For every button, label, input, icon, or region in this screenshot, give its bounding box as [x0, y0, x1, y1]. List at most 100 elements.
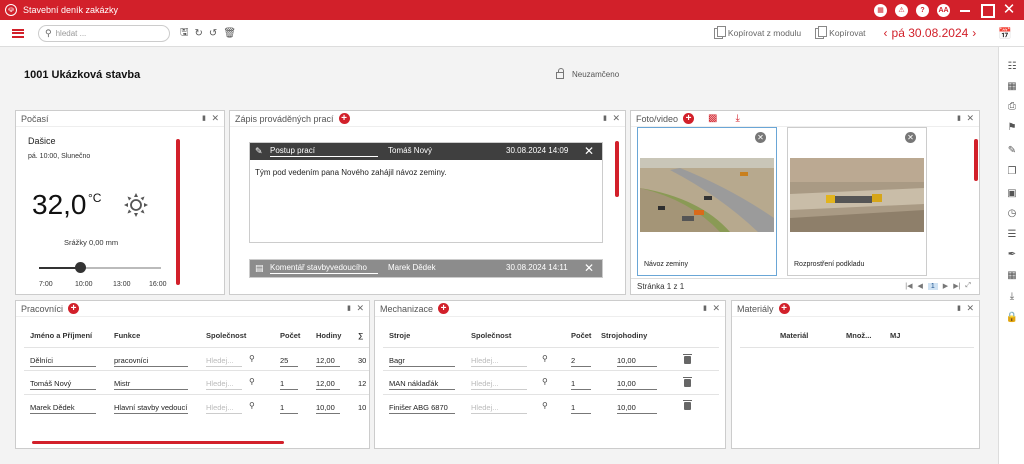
- map-icon[interactable]: ▩: [708, 113, 717, 124]
- worker-role-field[interactable]: Mistr: [114, 379, 188, 390]
- search-input[interactable]: ⚲ hledat ...: [38, 24, 170, 42]
- add-machine-button[interactable]: +: [438, 303, 450, 314]
- hamburger-menu-icon[interactable]: [12, 28, 24, 38]
- company-field[interactable]: Hledej...: [206, 403, 242, 414]
- user-avatar[interactable]: AA: [937, 3, 950, 17]
- hours-field[interactable]: 12,00: [316, 356, 340, 367]
- close-icon[interactable]: ✕: [356, 303, 364, 314]
- download-icon[interactable]: ⤓: [735, 113, 739, 124]
- copy-icon[interactable]: ❐: [1005, 165, 1019, 179]
- add-entry-button[interactable]: +: [338, 113, 350, 124]
- pen-sign-icon[interactable]: ✒: [1005, 248, 1019, 262]
- close-window-button[interactable]: ✕: [1002, 0, 1016, 20]
- entry-title[interactable]: Postup prací: [270, 146, 378, 157]
- add-worker-button[interactable]: +: [68, 303, 80, 314]
- pin-icon[interactable]: ▮: [347, 304, 351, 312]
- machine-name-field[interactable]: Bagr: [389, 356, 455, 367]
- lock-status[interactable]: Neuzamčeno: [556, 68, 619, 79]
- pin-icon[interactable]: ▮: [957, 114, 961, 122]
- calendar-icon[interactable]: 📅: [998, 27, 1012, 40]
- undo-icon[interactable]: ↺: [209, 28, 217, 39]
- last-page-icon[interactable]: ▶|: [953, 282, 960, 290]
- save-icon[interactable]: 🖫: [180, 25, 189, 42]
- delete-row-icon[interactable]: [683, 377, 692, 387]
- signature-icon[interactable]: ✎: [1005, 144, 1019, 158]
- close-icon[interactable]: ✕: [966, 303, 974, 314]
- company-field[interactable]: Hledej...: [471, 356, 527, 367]
- close-icon[interactable]: ✕: [612, 113, 620, 124]
- close-icon[interactable]: ✕: [712, 303, 720, 314]
- horizontal-scrollbar[interactable]: [32, 441, 284, 444]
- next-page-icon[interactable]: ▶: [943, 282, 948, 290]
- worker-name-field[interactable]: Tomáš Nový: [30, 379, 96, 390]
- machine-hours-field[interactable]: 10,00: [617, 379, 657, 390]
- prev-page-icon[interactable]: ◀: [918, 282, 923, 290]
- photo-thumbnail[interactable]: [640, 158, 774, 232]
- hours-field[interactable]: 10,00: [316, 403, 340, 414]
- expand-icon[interactable]: ⤢: [965, 282, 971, 290]
- scrollbar[interactable]: [176, 139, 180, 285]
- count-field[interactable]: 1: [280, 403, 298, 414]
- delete-row-icon[interactable]: [683, 354, 692, 364]
- scrollbar[interactable]: [615, 141, 619, 197]
- minimize-button[interactable]: [958, 0, 972, 20]
- scrollbar[interactable]: [974, 139, 978, 181]
- worker-name-field[interactable]: Dělníci: [30, 356, 96, 367]
- photo-card[interactable]: ✕ Návoz zeminy: [637, 127, 777, 276]
- machine-name-field[interactable]: MAN náklaďák: [389, 379, 455, 390]
- add-material-button[interactable]: +: [778, 303, 790, 314]
- notification-bell-icon[interactable]: ⚠: [895, 3, 908, 17]
- count-field[interactable]: 1: [571, 379, 591, 390]
- close-icon[interactable]: ✕: [966, 113, 974, 124]
- pin-icon[interactable]: ▮: [703, 304, 707, 312]
- add-photo-button[interactable]: +: [683, 113, 695, 124]
- search-icon[interactable]: ⚲: [542, 401, 548, 410]
- checklist-icon[interactable]: ☰: [1005, 228, 1019, 242]
- sync-icon[interactable]: ↻: [195, 28, 203, 39]
- calendar-icon[interactable]: ▦: [1005, 80, 1019, 94]
- entry-title[interactable]: Komentář stavbyvedoucího: [270, 263, 378, 274]
- trash-icon[interactable]: 🗑: [223, 28, 236, 39]
- search-icon[interactable]: ⚲: [249, 401, 255, 410]
- search-icon[interactable]: ⚲: [249, 354, 255, 363]
- close-icon[interactable]: ✕: [584, 261, 594, 275]
- flag-icon[interactable]: ⚑: [1005, 121, 1019, 135]
- copy-from-module-button[interactable]: Kopírovat z modulu: [713, 25, 801, 39]
- count-field[interactable]: 1: [280, 379, 298, 390]
- download-icon[interactable]: ⤓: [1005, 290, 1019, 304]
- help-icon[interactable]: ?: [916, 3, 929, 17]
- machine-name-field[interactable]: Finišer ABG 6870: [389, 403, 455, 414]
- monitor-icon[interactable]: ▣: [1005, 187, 1019, 201]
- schedule-icon[interactable]: ▦: [1005, 269, 1019, 283]
- company-field[interactable]: Hledej...: [471, 379, 527, 390]
- company-field[interactable]: Hledej...: [206, 356, 242, 367]
- prev-day-icon[interactable]: ‹: [884, 26, 888, 40]
- company-field[interactable]: Hledej...: [206, 379, 242, 390]
- machine-hours-field[interactable]: 10,00: [617, 356, 657, 367]
- current-page[interactable]: 1: [927, 282, 938, 290]
- log-entry[interactable]: ▤ Komentář stavbyvedoucího Marek Dědek 3…: [249, 259, 603, 278]
- time-slider-thumb[interactable]: [75, 262, 87, 273]
- first-page-icon[interactable]: |◀: [905, 282, 912, 290]
- count-field[interactable]: 25: [280, 356, 298, 367]
- count-field[interactable]: 2: [571, 356, 591, 367]
- close-icon[interactable]: ✕: [584, 144, 594, 158]
- pin-icon[interactable]: ▮: [202, 114, 206, 122]
- pin-icon[interactable]: ▮: [603, 114, 607, 122]
- hours-field[interactable]: 12,00: [316, 379, 340, 390]
- worker-role-field[interactable]: pracovníci: [114, 356, 188, 367]
- print-icon[interactable]: ⎙: [1005, 100, 1019, 114]
- close-icon[interactable]: ✕: [211, 113, 219, 124]
- remove-photo-icon[interactable]: ✕: [755, 132, 766, 143]
- photo-thumbnail[interactable]: [790, 158, 924, 232]
- copy-button[interactable]: Kopírovat: [815, 25, 866, 39]
- structure-icon[interactable]: ☷: [1005, 60, 1019, 74]
- log-entry[interactable]: ✎ Postup prací Tomáš Nový 30.08.2024 14:…: [249, 142, 603, 243]
- current-date[interactable]: pá 30.08.2024: [892, 26, 969, 40]
- document-icon[interactable]: ▦: [874, 3, 887, 17]
- photo-card[interactable]: ✕ Rozprostření podkladu: [787, 127, 927, 276]
- remove-photo-icon[interactable]: ✕: [905, 132, 916, 143]
- search-icon[interactable]: ⚲: [542, 354, 548, 363]
- entry-text[interactable]: Tým pod vedením pana Nového zahájil návo…: [250, 160, 602, 242]
- worker-role-field[interactable]: Hlavní stavby vedoucí: [114, 403, 188, 414]
